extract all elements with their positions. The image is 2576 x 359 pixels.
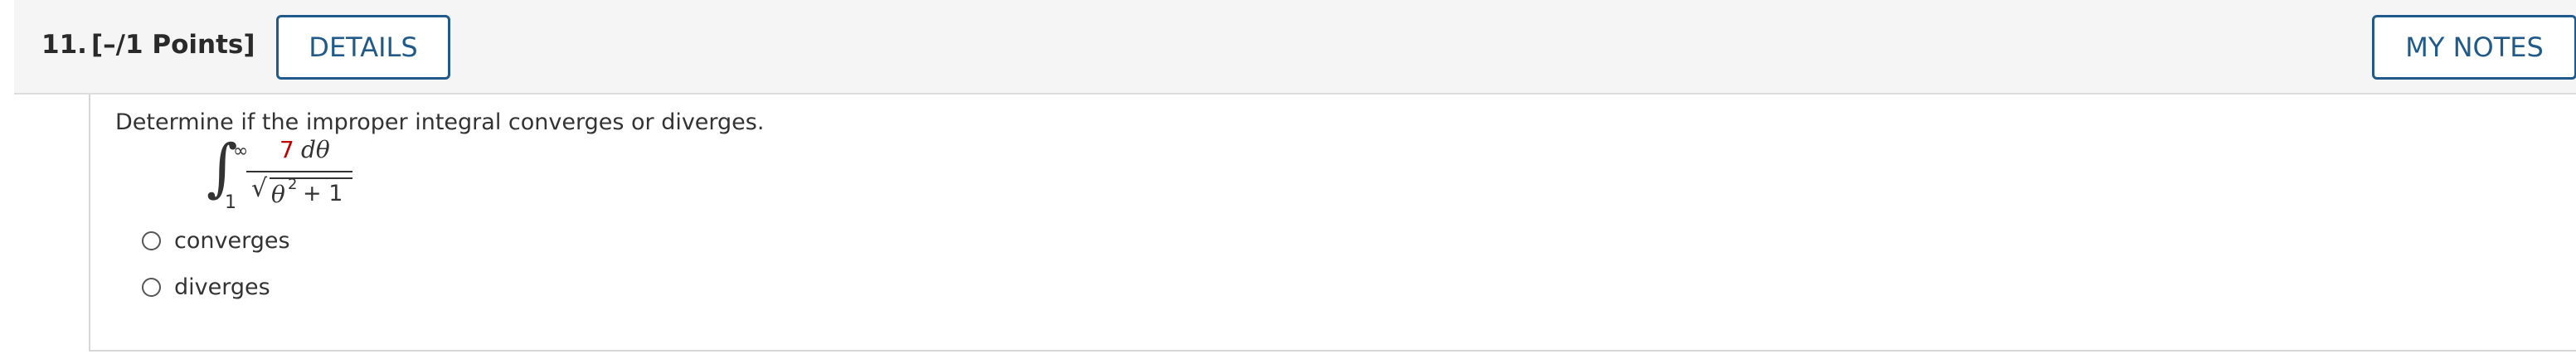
radio-button[interactable]: [142, 277, 161, 297]
question-page: 11. [–/1 Points] DETAILS MY NOTES Determ…: [0, 0, 2576, 359]
lower-limit: 1: [225, 192, 236, 213]
points-label: [–/1 Points]: [91, 30, 255, 60]
question-number: 11.: [41, 30, 87, 60]
square-root-bar: [270, 177, 352, 179]
square-root-icon: √: [251, 174, 268, 203]
radio-button[interactable]: [142, 230, 161, 250]
denominator-variable: θ: [271, 181, 285, 208]
numerator-coefficient: 7: [279, 136, 294, 163]
my-notes-button[interactable]: MY NOTES: [2372, 15, 2576, 80]
upper-limit: ∞: [233, 141, 249, 162]
numerator-differential: dθ: [301, 136, 330, 163]
denominator-constant: + 1: [303, 181, 343, 206]
details-button[interactable]: DETAILS: [276, 15, 450, 80]
question-header: 11. [–/1 Points] DETAILS MY NOTES: [14, 0, 2576, 95]
denominator-exponent: 2: [288, 176, 298, 193]
question-body: Determine if the improper integral conve…: [89, 95, 2576, 352]
option-label: diverges: [174, 274, 270, 300]
fraction-bar: [246, 171, 352, 172]
option-diverges[interactable]: diverges: [142, 272, 270, 302]
option-label: converges: [174, 227, 290, 254]
option-converges[interactable]: converges: [142, 226, 290, 255]
